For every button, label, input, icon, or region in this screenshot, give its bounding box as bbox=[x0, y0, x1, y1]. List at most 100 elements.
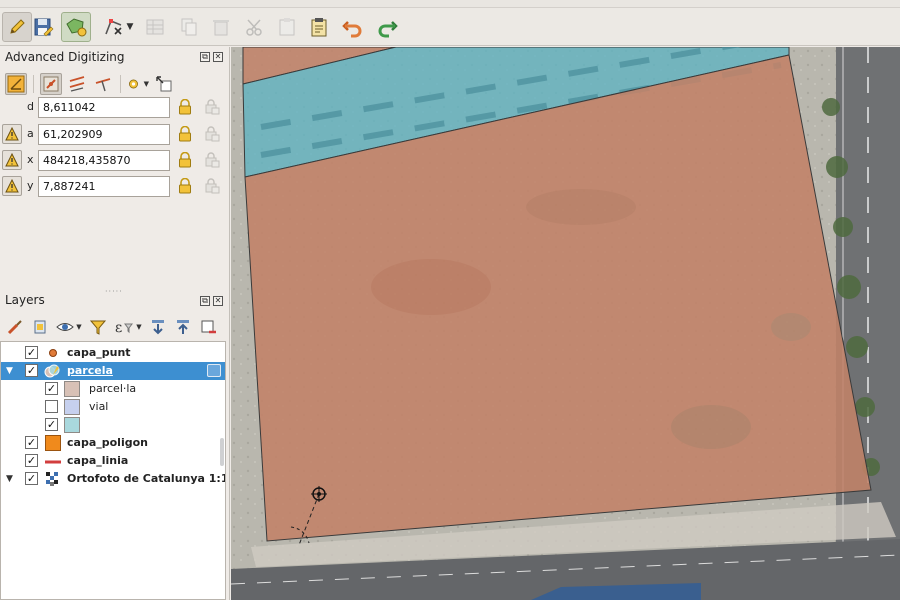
perpendicular-button[interactable] bbox=[92, 73, 114, 95]
repeat-lock-icon[interactable] bbox=[204, 178, 220, 194]
add-polygon-feature-button[interactable] bbox=[61, 12, 91, 42]
warning-triangle-icon bbox=[5, 153, 19, 167]
category-row-vial[interactable]: vial bbox=[1, 398, 225, 416]
line-symbol-icon bbox=[45, 453, 61, 469]
layer-row-capa-poligon[interactable]: ✓ capa_poligon bbox=[1, 434, 225, 452]
distance-input[interactable] bbox=[38, 97, 170, 118]
category-name: parcel·la bbox=[89, 382, 137, 395]
expand-all-button[interactable] bbox=[148, 317, 168, 337]
coord-label-x: x bbox=[27, 153, 34, 166]
expand-all-icon bbox=[152, 320, 164, 335]
add-group-button[interactable] bbox=[30, 317, 50, 337]
advanced-digitizing-window-buttons: ⧉ ✕ bbox=[200, 52, 223, 62]
layer-name: parcela bbox=[67, 364, 113, 377]
fill-swatch-icon bbox=[64, 381, 80, 397]
eye-icon bbox=[56, 323, 75, 331]
left-dock: Advanced Digitizing ⧉ ✕ ▼ d 8,611042 a 6… bbox=[0, 47, 230, 600]
relative-angle-button[interactable] bbox=[2, 124, 22, 144]
layers-tree: ✓ capa_punt ▼ ✓ parcela ✓ parcel·la vial… bbox=[0, 341, 226, 600]
category-name: vial bbox=[89, 400, 109, 413]
save-layer-edits-button[interactable] bbox=[28, 12, 58, 42]
float-panel-button[interactable]: ⧉ bbox=[200, 52, 210, 62]
collapse-all-icon bbox=[177, 320, 189, 334]
relative-y-button[interactable] bbox=[2, 176, 22, 196]
style-manager-button[interactable] bbox=[5, 317, 25, 337]
warning-triangle-icon bbox=[5, 127, 19, 141]
layer-name: Ortofoto de Catalunya 1:100 bbox=[67, 472, 225, 485]
relative-x-button[interactable] bbox=[2, 150, 22, 170]
lock-icon[interactable] bbox=[178, 126, 192, 142]
layer-visibility-checkbox[interactable]: ✓ bbox=[25, 436, 38, 449]
cut-features-button[interactable] bbox=[240, 12, 270, 42]
redo-button[interactable] bbox=[372, 12, 402, 42]
lock-icon[interactable] bbox=[178, 99, 192, 115]
close-panel-button[interactable]: ✕ bbox=[213, 296, 223, 306]
layer-row-parcela[interactable]: ▼ ✓ parcela bbox=[1, 362, 225, 380]
toolbar-separator bbox=[33, 75, 34, 93]
float-panel-button[interactable]: ⧉ bbox=[200, 296, 210, 306]
pencil-icon bbox=[10, 19, 25, 34]
category-visibility-checkbox[interactable]: ✓ bbox=[45, 382, 58, 395]
copy-icon bbox=[181, 18, 197, 36]
expand-triangle-icon[interactable]: ▼ bbox=[6, 474, 13, 484]
lock-icon[interactable] bbox=[178, 152, 192, 168]
copy-features-button[interactable] bbox=[174, 12, 204, 42]
clipboard-icon bbox=[311, 18, 327, 37]
modify-attributes-button[interactable] bbox=[140, 12, 170, 42]
lock-icon[interactable] bbox=[178, 178, 192, 194]
panel-splitter-handle[interactable]: ····· bbox=[105, 287, 123, 296]
snapping-settings-button[interactable]: ▼ bbox=[127, 73, 149, 95]
categorized-symbol-icon bbox=[44, 363, 60, 379]
layers-toolbar: ▼ ε ▼ bbox=[5, 315, 218, 339]
layer-visibility-checkbox[interactable]: ✓ bbox=[25, 454, 38, 467]
tree-scrollbar[interactable] bbox=[220, 438, 224, 466]
paste-clipboard-button[interactable] bbox=[304, 12, 334, 42]
ruler-triangle-icon bbox=[7, 75, 25, 93]
construction-mode-button[interactable] bbox=[40, 73, 62, 95]
remove-layer-icon bbox=[201, 320, 216, 334]
fill-swatch-icon bbox=[64, 399, 80, 415]
coord-row-x: x bbox=[0, 150, 230, 172]
repeat-lock-icon[interactable] bbox=[204, 152, 220, 168]
collapse-triangle-icon[interactable]: ▼ bbox=[6, 366, 13, 376]
repeat-lock-icon[interactable] bbox=[204, 99, 220, 115]
close-panel-button[interactable]: ✕ bbox=[213, 52, 223, 62]
redo-icon bbox=[378, 21, 398, 38]
layer-visibility-checkbox[interactable]: ✓ bbox=[25, 364, 38, 377]
paste-features-button[interactable] bbox=[272, 12, 302, 42]
coord-row-a: a bbox=[0, 124, 230, 146]
undo-button[interactable] bbox=[338, 12, 368, 42]
angle-input[interactable] bbox=[38, 124, 170, 145]
collapse-all-button[interactable] bbox=[173, 317, 193, 337]
coord-row-y: y bbox=[0, 176, 230, 198]
digitizing-toolbar: ▼ bbox=[0, 8, 900, 46]
fill-swatch-icon bbox=[64, 417, 80, 433]
category-row-parcel-la[interactable]: ✓ parcel·la bbox=[1, 380, 225, 398]
repeat-lock-icon[interactable] bbox=[204, 126, 220, 142]
layer-row-capa-linia[interactable]: ✓ capa_linia bbox=[1, 452, 225, 470]
layer-visibility-checkbox[interactable]: ✓ bbox=[25, 346, 38, 359]
manage-visibility-button[interactable]: ▼ bbox=[55, 317, 83, 337]
y-coordinate-input[interactable] bbox=[38, 176, 170, 197]
remove-layer-button[interactable] bbox=[198, 317, 218, 337]
filter-legend-button[interactable] bbox=[88, 317, 108, 337]
undo-icon bbox=[342, 21, 362, 38]
floater-toggle-button[interactable] bbox=[153, 73, 175, 95]
raster-layer-icon bbox=[45, 471, 61, 487]
layers-title: Layers bbox=[5, 293, 45, 307]
map-canvas[interactable] bbox=[231, 47, 900, 600]
filter-by-expression-button[interactable]: ε ▼ bbox=[113, 317, 143, 337]
delete-selected-button[interactable] bbox=[206, 12, 236, 42]
layer-visibility-checkbox[interactable]: ✓ bbox=[25, 472, 38, 485]
category-visibility-checkbox[interactable]: ✓ bbox=[45, 418, 58, 431]
enable-advanced-digitizing-button[interactable] bbox=[5, 73, 27, 95]
layer-row-capa-punt[interactable]: ✓ capa_punt bbox=[1, 344, 225, 362]
save-edits-icon bbox=[34, 18, 54, 37]
x-coordinate-input[interactable] bbox=[38, 150, 170, 171]
parallel-button[interactable] bbox=[66, 73, 88, 95]
vertex-tool-button[interactable]: ▼ bbox=[98, 12, 138, 42]
category-visibility-checkbox[interactable] bbox=[45, 400, 58, 413]
expression-filter-icon: ε bbox=[115, 320, 134, 336]
category-row-other[interactable]: ✓ bbox=[1, 416, 225, 434]
layer-row-ortofoto[interactable]: ▼ ✓ Ortofoto de Catalunya 1:100 bbox=[1, 470, 225, 488]
